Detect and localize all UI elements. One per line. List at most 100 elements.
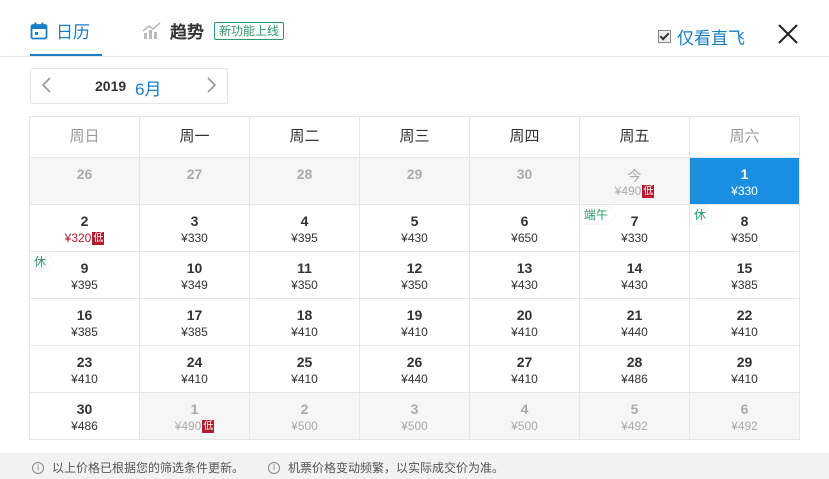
- day-cell[interactable]: 26: [30, 158, 140, 205]
- lowest-price-badge: 低: [92, 232, 105, 245]
- week-row: 16 ¥385 17 ¥385 18 ¥410 19 ¥410 20 ¥410 21 ¥440 22 ¥4…: [30, 299, 800, 346]
- day-cell[interactable]: 22 ¥410: [690, 299, 800, 346]
- day-cell[interactable]: 9 ¥395 休: [30, 252, 140, 299]
- day-price-value: ¥385: [71, 325, 98, 339]
- footer-note-filter: i 以上价格已根据您的筛选条件更新。: [32, 459, 244, 476]
- day-cell[interactable]: 26 ¥440: [360, 346, 470, 393]
- day-price-value: ¥349: [181, 278, 208, 292]
- lowest-price-badge: 低: [642, 185, 655, 198]
- day-price: ¥430: [470, 278, 579, 292]
- day-price: ¥385: [30, 325, 139, 339]
- day-cell[interactable]: 30: [470, 158, 580, 205]
- chevron-left-icon[interactable]: [37, 75, 57, 95]
- day-cell[interactable]: 2 ¥320 低: [30, 205, 140, 252]
- chevron-right-icon[interactable]: [201, 75, 221, 95]
- direct-only-label: 仅看直飞: [677, 29, 745, 48]
- day-cell[interactable]: 30 ¥486: [30, 393, 140, 440]
- day-cell[interactable]: 7 ¥330 端午: [580, 205, 690, 252]
- day-cell[interactable]: 6 ¥650: [470, 205, 580, 252]
- day-number: 16: [76, 307, 93, 323]
- day-cell[interactable]: 15 ¥385: [690, 252, 800, 299]
- day-cell[interactable]: 1 ¥490 低: [140, 393, 250, 440]
- day-price: ¥350: [360, 278, 469, 292]
- day-cell[interactable]: 29 ¥410: [690, 346, 800, 393]
- weekday-header: 周五: [580, 117, 690, 158]
- day-cell[interactable]: 17 ¥385: [140, 299, 250, 346]
- day-cell[interactable]: 今 ¥490 低: [580, 158, 690, 205]
- day-cell[interactable]: 4 ¥500: [470, 393, 580, 440]
- day-cell[interactable]: 24 ¥410: [140, 346, 250, 393]
- day-number: 27: [516, 354, 533, 370]
- day-cell[interactable]: 5 ¥430: [360, 205, 470, 252]
- day-price-value: ¥500: [291, 419, 318, 433]
- day-number: 12: [406, 260, 423, 276]
- day-cell[interactable]: 13 ¥430: [470, 252, 580, 299]
- day-cell[interactable]: 16 ¥385: [30, 299, 140, 346]
- day-price-value: ¥440: [401, 372, 428, 386]
- day-price: ¥385: [140, 325, 249, 339]
- day-price: ¥330: [580, 231, 689, 245]
- day-cell-selected[interactable]: 1 ¥330: [690, 158, 800, 205]
- direct-only-toggle[interactable]: 仅看直飞: [658, 24, 745, 49]
- tab-trend[interactable]: 趋势 新功能上线: [142, 18, 285, 43]
- weekday-header: 周六: [690, 117, 800, 158]
- day-cell[interactable]: 14 ¥430: [580, 252, 690, 299]
- day-price-value: ¥410: [731, 372, 758, 386]
- top-bar: 日历 趋势 新功能上线 仅看直飞: [0, 0, 829, 57]
- day-cell[interactable]: 5 ¥492: [580, 393, 690, 440]
- day-number: 27: [186, 166, 203, 182]
- day-price-value: ¥410: [291, 372, 318, 386]
- year-label: 2019: [95, 78, 127, 94]
- day-cell[interactable]: 21 ¥440: [580, 299, 690, 346]
- day-cell[interactable]: 19 ¥410: [360, 299, 470, 346]
- info-icon: i: [268, 461, 280, 474]
- tab-calendar[interactable]: 日历: [30, 18, 102, 56]
- day-cell[interactable]: 6 ¥492: [690, 393, 800, 440]
- tab-trend-label: 趋势: [170, 23, 204, 42]
- week-row: 2 ¥320 低 3 ¥330 4 ¥395 5 ¥430 6 ¥650 7 ¥330 端午 8 ¥350 休: [30, 205, 800, 252]
- day-price: ¥410: [690, 325, 799, 339]
- day-number: 13: [516, 260, 533, 276]
- day-cell[interactable]: 11 ¥350: [250, 252, 360, 299]
- direct-only-checkbox[interactable]: [658, 30, 671, 43]
- day-number: 19: [406, 307, 423, 323]
- day-cell[interactable]: 8 ¥350 休: [690, 205, 800, 252]
- day-number: 29: [736, 354, 753, 370]
- day-number: 14: [626, 260, 643, 276]
- day-price: ¥350: [690, 231, 799, 245]
- calendar-grid: 周日 周一 周二 周三 周四 周五 周六 26 27 28 29 30 今 ¥490 低 1 ¥330 2 ¥32…: [29, 116, 800, 440]
- day-cell[interactable]: 23 ¥410: [30, 346, 140, 393]
- day-cell[interactable]: 2 ¥500: [250, 393, 360, 440]
- day-price-value: ¥430: [511, 278, 538, 292]
- day-price-value: ¥486: [621, 372, 648, 386]
- week-row: 9 ¥395 休 10 ¥349 11 ¥350 12 ¥350 13 ¥430 14 ¥430 15 ¥3…: [30, 252, 800, 299]
- close-icon[interactable]: [776, 22, 800, 46]
- day-price-value: ¥410: [731, 325, 758, 339]
- day-cell[interactable]: 18 ¥410: [250, 299, 360, 346]
- day-number: 29: [406, 166, 423, 182]
- day-cell[interactable]: 20 ¥410: [470, 299, 580, 346]
- day-price: ¥410: [250, 325, 359, 339]
- day-number: 22: [736, 307, 753, 323]
- day-cell[interactable]: 29: [360, 158, 470, 205]
- lowest-price-badge: 低: [202, 420, 215, 433]
- day-cell[interactable]: 12 ¥350: [360, 252, 470, 299]
- day-number: 4: [300, 213, 309, 229]
- day-price-value: ¥410: [511, 325, 538, 339]
- day-number: 6: [520, 213, 529, 229]
- day-number: 1: [190, 401, 199, 417]
- day-number: 21: [626, 307, 643, 323]
- day-cell[interactable]: 28: [250, 158, 360, 205]
- day-cell[interactable]: 3 ¥330: [140, 205, 250, 252]
- day-number: 6: [740, 401, 749, 417]
- day-cell[interactable]: 3 ¥500: [360, 393, 470, 440]
- info-icon: i: [32, 461, 44, 474]
- active-tab-underline: [30, 54, 102, 56]
- day-cell[interactable]: 4 ¥395: [250, 205, 360, 252]
- day-cell[interactable]: 10 ¥349: [140, 252, 250, 299]
- day-cell[interactable]: 27: [140, 158, 250, 205]
- day-cell[interactable]: 25 ¥410: [250, 346, 360, 393]
- day-number: 24: [186, 354, 203, 370]
- day-cell[interactable]: 27 ¥410: [470, 346, 580, 393]
- day-cell[interactable]: 28 ¥486: [580, 346, 690, 393]
